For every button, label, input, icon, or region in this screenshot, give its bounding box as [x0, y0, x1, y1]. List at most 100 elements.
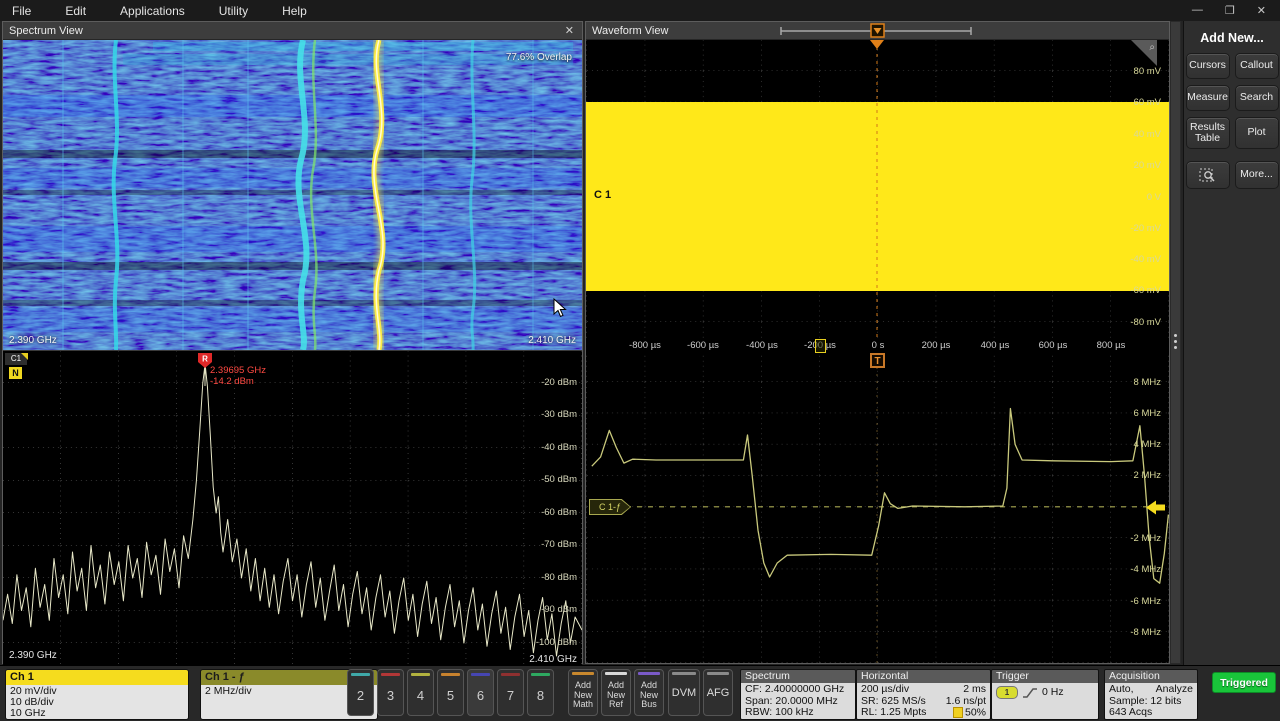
menu-edit[interactable]: Edit [53, 4, 108, 18]
add-new-sidebar: Add New... Cursors Callout Measure Searc… [1183, 21, 1280, 665]
plot-button[interactable]: Plot [1235, 117, 1279, 149]
add-bus-line: Bus [635, 700, 663, 710]
dbm-tick-label: -100 dBm [536, 637, 577, 648]
channel1-badge[interactable]: Ch 1 20 mV/div 10 dB/div 10 GHz [5, 669, 189, 720]
mv-tick-label: 20 mV [1134, 160, 1161, 171]
channel-7-label: 7 [498, 688, 523, 703]
spectrum-trace-handle[interactable]: C1 [5, 353, 27, 365]
channel-4-label: 4 [408, 688, 433, 703]
menu-applications[interactable]: Applications [108, 4, 207, 18]
menu-help[interactable]: Help [270, 4, 329, 18]
horizontal-settings-panel[interactable]: Horizontal 200 µs/div 2 ms SR: 625 MS/s … [856, 669, 991, 720]
afg-label: AFG [704, 689, 732, 699]
dbm-tick-label: -30 dBm [541, 409, 577, 420]
mhz-tick-label: 2 MHz [1134, 470, 1161, 481]
channel-6-color-strip [471, 673, 490, 676]
spectrum-start-frequency: 2.390 GHz [9, 650, 57, 661]
spectrum-settings-panel[interactable]: Spectrum CF: 2.40000000 GHz Span: 20.000… [740, 669, 856, 720]
acquisition-mode-readout: Auto, [1109, 684, 1134, 696]
expansion-point-icon[interactable] [815, 339, 826, 353]
window-controls: — ❐ ✕ [1192, 4, 1266, 17]
triggered-status-indicator: Triggered [1212, 672, 1276, 693]
sample-interval-readout: 1.6 ns/pt [946, 696, 986, 708]
dvm-button[interactable]: DVM [668, 669, 700, 716]
search-button[interactable]: Search [1235, 85, 1279, 111]
acquisition-panel-title: Acquisition [1105, 670, 1197, 683]
rising-edge-icon [1022, 687, 1038, 699]
channel-5-color-strip [441, 673, 460, 676]
mhz-tick-label: -6 MHz [1130, 596, 1161, 607]
magnifier-icon[interactable]: ⌕ [1149, 42, 1155, 53]
horizontal-position-icon [953, 707, 963, 718]
zoom-select-button[interactable] [1186, 161, 1230, 189]
channel1-waveform-label[interactable]: C 1 [594, 189, 611, 201]
marker-frequency-readout: 2.39695 GHz [210, 365, 266, 376]
menu-utility[interactable]: Utility [207, 4, 270, 18]
more-button[interactable]: More... [1235, 161, 1279, 189]
channel-5-label: 5 [438, 688, 463, 703]
spectrogram-start-frequency: 2.390 GHz [9, 335, 57, 346]
marker-flag-label: R [202, 355, 208, 364]
add-new-bus-button[interactable]: Add New Bus [634, 669, 664, 716]
spectrum-grid [3, 351, 582, 666]
mhz-tick-label: -2 MHz [1130, 533, 1161, 544]
callout-button[interactable]: Callout [1235, 53, 1279, 79]
dbm-tick-label: -80 dBm [541, 572, 577, 583]
spectrogram-plot[interactable]: 77.6% Overlap 2.390 GHz 2.410 GHz [3, 40, 582, 350]
spectrum-plot[interactable]: R 2.39695 GHz -14.2 dBm 2.390 GHz 2.410 … [3, 350, 582, 666]
waveform-view-window: Waveform View C 1 80 mV 60 mV 40 mV 20 m… [585, 21, 1170, 664]
channel-3-button[interactable]: 3 [377, 669, 404, 716]
dbm-tick-label: -60 dBm [541, 507, 577, 518]
channel-6-label: 6 [468, 688, 493, 703]
cursors-button[interactable]: Cursors [1186, 53, 1230, 79]
waveform-plot[interactable] [586, 40, 1169, 338]
marker-amplitude-readout: -14.2 dBm [210, 376, 254, 387]
channel-7-button[interactable]: 7 [497, 669, 524, 716]
horizontal-panel-title: Horizontal [857, 670, 990, 683]
normal-trace-badge[interactable]: N [9, 367, 22, 379]
frequency-vs-time-plot[interactable] [586, 353, 1169, 663]
dbm-tick-label: -20 dBm [541, 377, 577, 388]
channel-8-label: 8 [528, 688, 553, 703]
channel-4-color-strip [411, 673, 430, 676]
minimize-icon[interactable]: — [1192, 4, 1203, 17]
close-icon[interactable]: ✕ [1257, 4, 1266, 17]
channel-5-button[interactable]: 5 [437, 669, 464, 716]
channel-8-color-strip [531, 673, 550, 676]
channel-7-color-strip [501, 673, 520, 676]
waveform-view-scrollbar[interactable] [1170, 21, 1181, 664]
mhz-tick-label: 8 MHz [1134, 377, 1161, 388]
mhz-tick-label: -4 MHz [1130, 564, 1161, 575]
trigger-indicator-badge[interactable]: T [870, 353, 885, 368]
menu-file[interactable]: File [0, 4, 53, 18]
baseline-indicator-arrow[interactable] [1146, 500, 1166, 515]
time-tick-label: 400 µs [981, 340, 1010, 351]
add-new-math-button[interactable]: Add New Math [568, 669, 598, 716]
horizontal-position-bracket[interactable] [586, 22, 1169, 40]
afg-button[interactable]: AFG [703, 669, 733, 716]
restore-icon[interactable]: ❐ [1225, 4, 1235, 17]
results-table-button[interactable]: Results Table [1186, 117, 1230, 149]
measure-button[interactable]: Measure [1186, 85, 1230, 111]
mv-tick-label: -80 mV [1130, 317, 1161, 328]
channel-2-button[interactable]: 2 [347, 669, 374, 716]
channel-6-button[interactable]: 6 [467, 669, 494, 716]
dbm-tick-label: -50 dBm [541, 474, 577, 485]
math-trace-handle-label: C 1-ƒ [590, 500, 630, 514]
trigger-frequency-readout: 0 Hz [1042, 687, 1064, 699]
trigger-settings-panel[interactable]: Trigger 1 0 Hz [991, 669, 1099, 720]
channel-4-button[interactable]: 4 [407, 669, 434, 716]
afg-color-strip [707, 672, 729, 675]
channel-8-button[interactable]: 8 [527, 669, 554, 716]
overlap-readout: 77.6% Overlap [506, 52, 572, 63]
mhz-tick-label: -8 MHz [1130, 627, 1161, 638]
add-new-ref-button[interactable]: Add New Ref [601, 669, 631, 716]
add-math-line: Math [569, 700, 597, 710]
add-ref-line: Ref [602, 700, 630, 710]
acquisition-settings-panel[interactable]: Acquisition Auto, Analyze Sample: 12 bit… [1104, 669, 1198, 720]
add-new-title: Add New... [1184, 31, 1280, 45]
spectrum-view-close-icon[interactable]: ✕ [563, 24, 576, 37]
spectrum-view-titlebar[interactable]: Spectrum View ✕ [3, 22, 582, 40]
dvm-color-strip [672, 672, 696, 675]
time-tick-label: -400 µs [746, 340, 778, 351]
